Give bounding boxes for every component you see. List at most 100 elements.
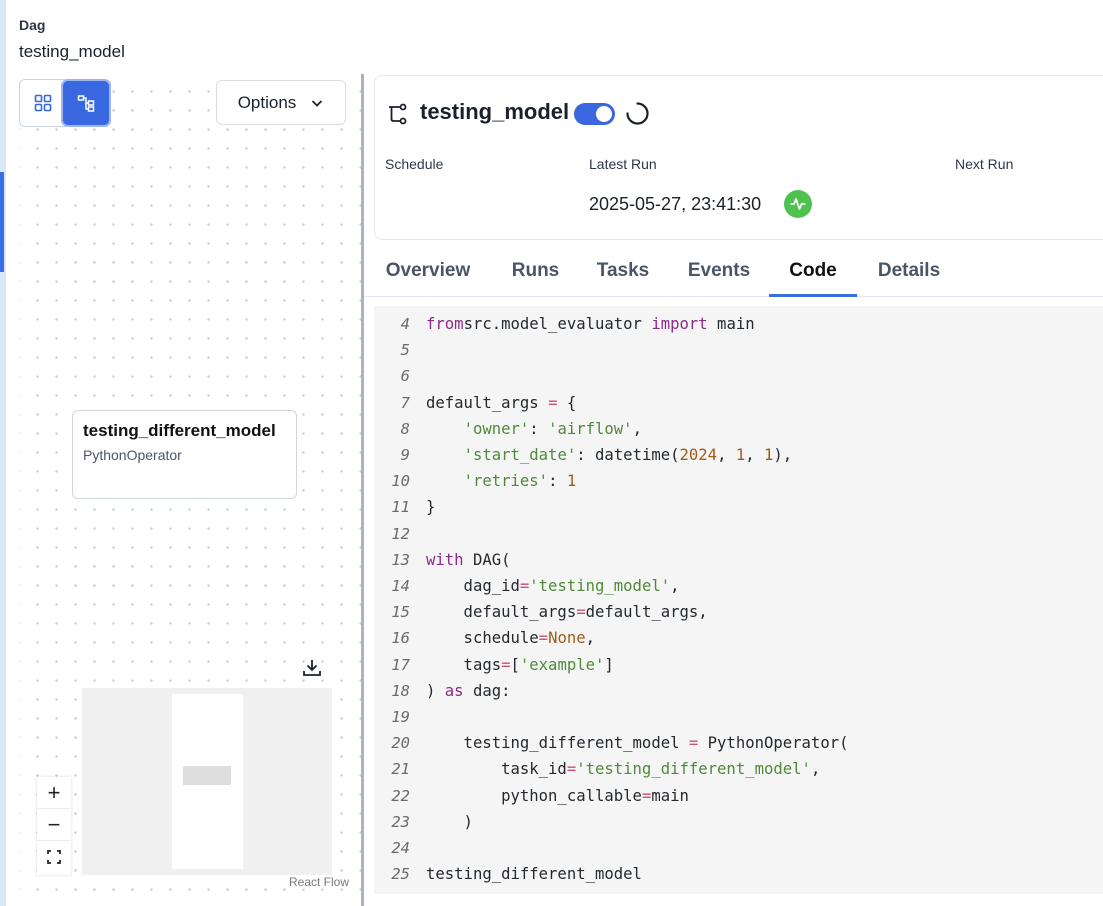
code-line: 7 default_args = { [374, 390, 577, 416]
code-line: 21 task_id='testing_different_model', [374, 756, 820, 782]
code-token: tags [426, 655, 502, 674]
latest-run-label: Latest Run [589, 156, 657, 172]
toggle-knob [596, 106, 612, 122]
code-line-text: } [414, 494, 435, 520]
react-flow-attribution[interactable]: React Flow [289, 875, 350, 889]
zoom-in-button[interactable]: + [37, 777, 71, 809]
code-viewer[interactable]: 4 fromsrc.model_evaluator import main 5 6 7 d… [374, 306, 1103, 894]
code-token: = [641, 786, 652, 805]
code-line: 9 'start_date': datetime(2024, 1, 1), [374, 442, 793, 468]
code-line: 10 'retries': 1 [374, 468, 576, 494]
code-token: 1 [764, 446, 774, 464]
code-token: : [529, 419, 549, 438]
code-token: src.model_evaluator [463, 315, 652, 333]
line-number: 23 [391, 812, 410, 831]
line-number: 12 [391, 524, 410, 543]
graph-view-button[interactable] [63, 81, 109, 125]
line-number: 9 [400, 446, 410, 464]
code-line-text: 'owner': 'airflow', [414, 416, 642, 442]
code-token: , [670, 577, 680, 595]
dag-icon [389, 103, 407, 125]
code-token: 1 [566, 472, 577, 491]
tab-code[interactable]: Code [769, 250, 857, 297]
code-line-text: tags=['example'] [414, 652, 614, 678]
tab-overview[interactable]: Overview [373, 250, 483, 297]
code-line: 24 [374, 835, 426, 861]
code-token: None [548, 629, 586, 648]
line-number: 13 [391, 550, 410, 569]
code-token: ] [604, 655, 614, 674]
code-line-text: with DAG( [414, 547, 511, 573]
minimap[interactable] [82, 688, 332, 875]
code-token: testing_different_model [426, 865, 642, 884]
tab-bar: Overview Runs Tasks Events Code Details [364, 250, 1103, 297]
code-line: 5 [374, 337, 426, 363]
tab-runs[interactable]: Runs [499, 250, 572, 297]
tab-details[interactable]: Details [867, 250, 951, 297]
code-token: 2024 [679, 446, 718, 464]
code-line: 12 [374, 521, 426, 547]
code-line: 16 schedule=None, [374, 625, 595, 651]
line-number: 4 [400, 315, 410, 333]
tab-events[interactable]: Events [674, 250, 764, 297]
code-token: [ [510, 655, 520, 674]
code-token: 'example' [519, 655, 605, 674]
code-token: : [548, 472, 567, 491]
options-button[interactable]: Options [216, 80, 346, 125]
code-line-text: 'retries': 1 [414, 468, 577, 494]
zoom-out-button[interactable]: − [37, 809, 71, 841]
line-number: 16 [391, 629, 410, 648]
code-line-text: testing_different_model = PythonOperator… [414, 730, 849, 756]
code-token: default_args [426, 603, 577, 622]
code-token: , [745, 446, 765, 464]
task-node[interactable]: testing_different_model PythonOperator [72, 410, 297, 499]
zoom-in-icon: + [47, 779, 61, 805]
code-token: as [444, 681, 464, 700]
code-token: , [632, 419, 642, 438]
breadcrumb-dag-name[interactable]: testing_model [19, 42, 125, 62]
view-toggle [19, 79, 111, 127]
zoom-controls: + − [37, 777, 71, 875]
code-token: python_callable [426, 786, 642, 805]
line-number: 22 [391, 786, 410, 805]
code-token: = [576, 603, 586, 622]
code-token: 'owner' [463, 419, 530, 438]
code-line-text: task_id='testing_different_model', [414, 756, 820, 782]
code-line-text: testing_different_model [414, 861, 642, 887]
dag-title: testing_model [420, 99, 570, 124]
code-line: 17 tags=['example'] [374, 652, 614, 678]
schedule-label: Schedule [385, 156, 444, 172]
code-token: with [426, 550, 464, 569]
fit-view-button[interactable] [37, 841, 71, 873]
code-token: PythonOperator( [698, 734, 849, 753]
code-token: : datetime( [576, 446, 680, 464]
code-token: 'airflow' [548, 419, 633, 438]
app-sidebar-strip [0, 0, 6, 906]
activity-icon [790, 198, 806, 210]
line-number: 11 [391, 498, 410, 517]
code-line: 15 default_args=default_args, [374, 599, 707, 625]
code-line-text: 'start_date': datetime(2024, 1, 1), [414, 442, 793, 468]
download-icon[interactable] [300, 656, 324, 680]
dag-pause-toggle[interactable] [574, 103, 615, 125]
code-line: 13 with DAG( [374, 547, 511, 573]
panel-resize-handle[interactable] [361, 74, 364, 906]
code-token: , [717, 446, 736, 464]
code-token: , [585, 629, 596, 648]
line-number: 8 [400, 419, 410, 438]
code-line: 25 testing_different_model [374, 861, 642, 887]
graph-icon [77, 95, 95, 112]
code-token: = [538, 629, 549, 648]
grid-view-button[interactable] [20, 80, 66, 126]
code-line-text: ) [414, 809, 473, 835]
code-token: main [707, 315, 755, 333]
task-node-name: testing_different_model [83, 421, 276, 440]
tab-tasks[interactable]: Tasks [585, 250, 661, 297]
breadcrumb-label: Dag [19, 17, 46, 33]
latest-run-value[interactable]: 2025-05-27, 23:41:30 [589, 194, 761, 215]
code-line: 22 python_callable=main [374, 783, 689, 809]
code-token: default_args [426, 393, 549, 412]
minimap-node [183, 766, 231, 785]
